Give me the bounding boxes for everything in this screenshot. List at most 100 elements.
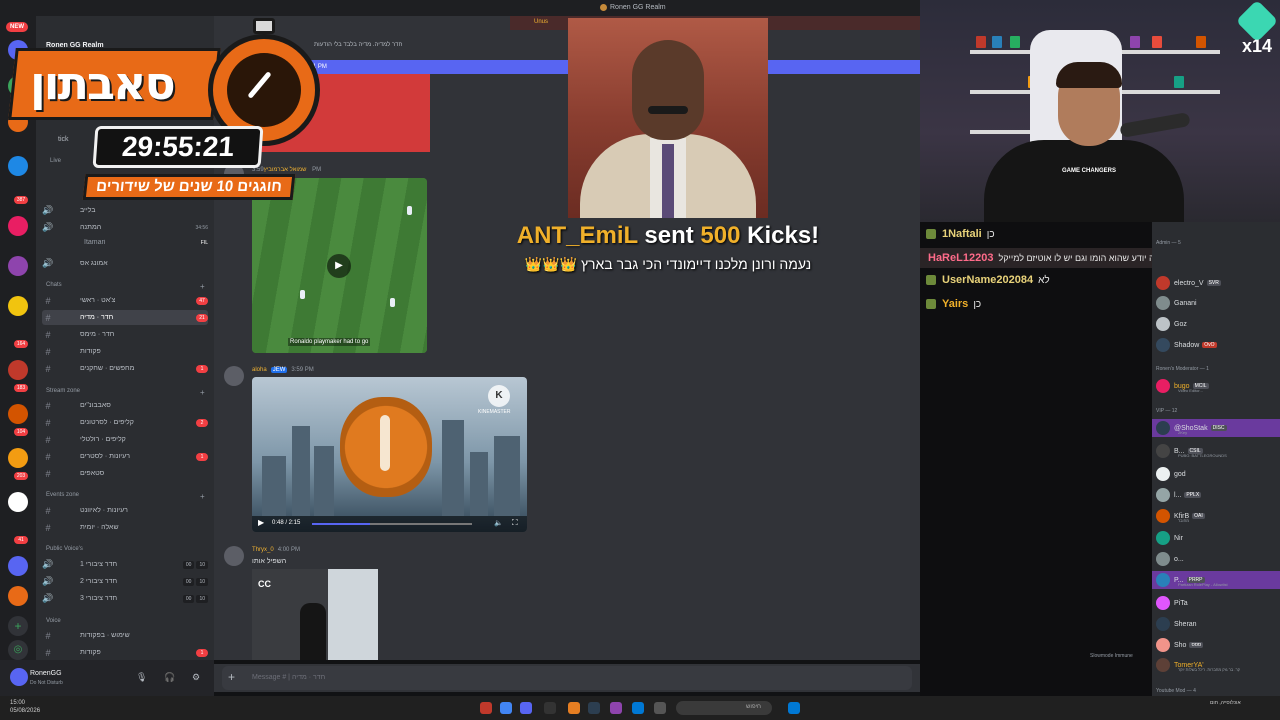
server-icon-13[interactable] — [8, 586, 28, 606]
windows-icon[interactable] — [788, 702, 800, 714]
channel-item[interactable]: # מחפשים · שחקנים 1 — [42, 361, 208, 376]
server-icon-11[interactable] — [8, 492, 28, 512]
app-icon[interactable] — [610, 702, 622, 714]
channel-item-active[interactable]: # חדר · מדיה 21 — [42, 310, 208, 325]
member-item[interactable]: electro_V SVR — [1152, 274, 1280, 292]
app-icon[interactable] — [544, 702, 556, 714]
voice-category[interactable]: Voice — [46, 618, 61, 624]
play-icon[interactable]: ▶ — [258, 518, 264, 527]
volume-icon[interactable]: 🔈 — [494, 519, 503, 527]
member-item[interactable]: PiTa — [1152, 594, 1280, 612]
member-item[interactable]: Ganani — [1152, 294, 1280, 312]
channel-topic: חדר למדיה. מדיה בלבד בלי הודעות — [314, 42, 403, 48]
channel-item[interactable]: # רעיונות · לאיוונט — [42, 503, 208, 518]
discover-icon[interactable]: ◎ — [8, 640, 28, 660]
video-player[interactable]: K KINEMASTER ▶ 0:48 / 2:15 🔈 ⛶ — [252, 377, 527, 532]
add-channel-icon[interactable]: + — [200, 388, 205, 397]
voice-channel[interactable]: 🔊 חדר ציבורי 1 00 10 — [42, 557, 208, 572]
channel-item[interactable]: # צ'אט · ראשי 47 — [42, 293, 208, 308]
channel-item[interactable]: 🔊 אמונג אס — [42, 256, 208, 271]
channel-item[interactable]: # חדר · מימס — [42, 327, 208, 342]
steam-icon[interactable] — [588, 702, 600, 714]
channel-item[interactable]: # סטאפים — [42, 466, 208, 481]
channel-item[interactable]: # שאלה · יומית — [42, 520, 208, 535]
add-server-icon[interactable]: + — [8, 616, 28, 636]
headphones-icon[interactable]: 🎧 — [164, 672, 175, 683]
app-icon[interactable] — [568, 702, 580, 714]
app-icon[interactable] — [654, 702, 666, 714]
mic-icon[interactable]: 🎙 — [136, 672, 147, 683]
channel-item[interactable]: # קליפים · רולטלי — [42, 432, 208, 447]
window-titlebar: Ronen GG Realm — [0, 0, 920, 16]
avatar[interactable] — [10, 668, 28, 686]
voice-channel[interactable]: 🔊 חדר ציבורי 2 00 10 — [42, 574, 208, 589]
member-item[interactable]: bugo MCIL Video Editor... — [1152, 377, 1280, 395]
app-icon[interactable] — [480, 702, 492, 714]
member-item[interactable]: KfirB OAI מחובר — [1152, 507, 1280, 525]
member-item[interactable]: Sheran — [1152, 615, 1280, 633]
member-item[interactable]: @ShoStak DISC 2Key — [1152, 419, 1280, 437]
gear-icon[interactable]: ⚙ — [192, 672, 200, 683]
video-embed[interactable]: ▶ Ronaldo playmaker had to go — [252, 178, 427, 353]
stream-category[interactable]: Stream zone + — [46, 388, 205, 397]
member-item[interactable]: B... CSIL PUBG: BATTLEGROUNDS — [1152, 442, 1280, 460]
member-item[interactable]: TomerYA' קר. בר גזק מחברות. ריכל בשלות יו… — [1152, 656, 1280, 674]
avatar[interactable] — [224, 546, 244, 566]
channel-item[interactable]: # פקודות — [42, 344, 208, 359]
public-voice-category[interactable]: Public Voice's — [46, 546, 83, 552]
member-item[interactable]: Nir — [1152, 529, 1280, 547]
server-icon-12[interactable] — [8, 556, 28, 576]
events-category[interactable]: Events zone + — [46, 492, 205, 501]
server-icon-5[interactable] — [8, 216, 28, 236]
channel-item[interactable]: # קליפים · לסרטונים 2 — [42, 415, 208, 430]
hash-icon: # — [45, 468, 51, 479]
channel-item[interactable]: # פקודות 1 — [42, 645, 208, 660]
voice-channel[interactable]: 🔊 חדר ציבורי 3 00 10 — [42, 591, 208, 606]
mention-badge: 1 — [196, 364, 208, 373]
microphone-icon — [1119, 112, 1191, 138]
server-icon-7[interactable] — [8, 296, 28, 316]
channel-item[interactable]: # שימוש · בפקודות — [42, 628, 208, 643]
member-item[interactable]: god — [1152, 465, 1280, 483]
taskbar-clock[interactable]: 15:00 05/08/2026 — [10, 699, 40, 715]
chrome-icon[interactable] — [500, 702, 512, 714]
member-item[interactable]: P... PRRP Partizan RolePlay - Allowlist — [1152, 571, 1280, 589]
unread-badge: 41 — [14, 536, 28, 544]
message-text: השפיל אותו — [252, 558, 287, 565]
video-embed[interactable]: CC — [252, 569, 378, 660]
avatar[interactable] — [224, 366, 244, 386]
voice-icon: 🔊 — [42, 258, 54, 268]
hash-icon: # — [45, 295, 51, 306]
server-icon-6[interactable] — [8, 256, 28, 276]
channel-item[interactable]: # רעיונות · לסטרים 1 — [42, 449, 208, 464]
member-item[interactable]: Goz — [1152, 315, 1280, 333]
taskbar-search[interactable]: חיפוש — [676, 701, 772, 715]
fullscreen-icon[interactable]: ⛶ — [512, 518, 518, 528]
server-icon-10[interactable] — [8, 448, 28, 468]
member-item[interactable]: Sho ססס — [1152, 636, 1280, 654]
server-icon-9[interactable] — [8, 404, 28, 424]
play-icon[interactable]: ▶ — [327, 254, 351, 278]
user-panel: RonenGG Do Not Disturb 🎙 🎧 ⚙ — [0, 660, 214, 696]
server-icon-8[interactable] — [8, 360, 28, 380]
member-item[interactable]: l... PPLX — [1152, 486, 1280, 504]
server-icon — [600, 4, 607, 11]
reaction-image — [568, 18, 768, 218]
stopwatch-knob — [253, 18, 275, 34]
channel-item[interactable]: # סאבבונ"ים — [42, 398, 208, 413]
webcam-feed: GAME CHANGERS x14 — [920, 0, 1280, 222]
system-tray[interactable]: אוכלוסייה, חום — [1210, 699, 1241, 707]
video-progress[interactable] — [312, 523, 472, 525]
chats-category[interactable]: Chats + — [46, 282, 205, 291]
discord-icon[interactable] — [520, 702, 532, 714]
add-channel-icon[interactable]: + — [200, 492, 205, 501]
add-attachment-icon[interactable]: + — [228, 670, 235, 684]
member-item[interactable]: o... — [1152, 550, 1280, 568]
add-channel-icon[interactable]: + — [200, 282, 205, 291]
voice-user[interactable]: Itamari FIL — [42, 235, 208, 250]
message-input[interactable]: + Message # | חדר · מדיה — [222, 666, 1062, 690]
channel-item[interactable]: 🔊 המתנה 34:56 — [42, 220, 208, 235]
channel-item[interactable]: 🔊 בלייב — [42, 203, 208, 218]
edge-icon[interactable] — [632, 702, 644, 714]
member-item[interactable]: Shadow OvO — [1152, 336, 1280, 354]
